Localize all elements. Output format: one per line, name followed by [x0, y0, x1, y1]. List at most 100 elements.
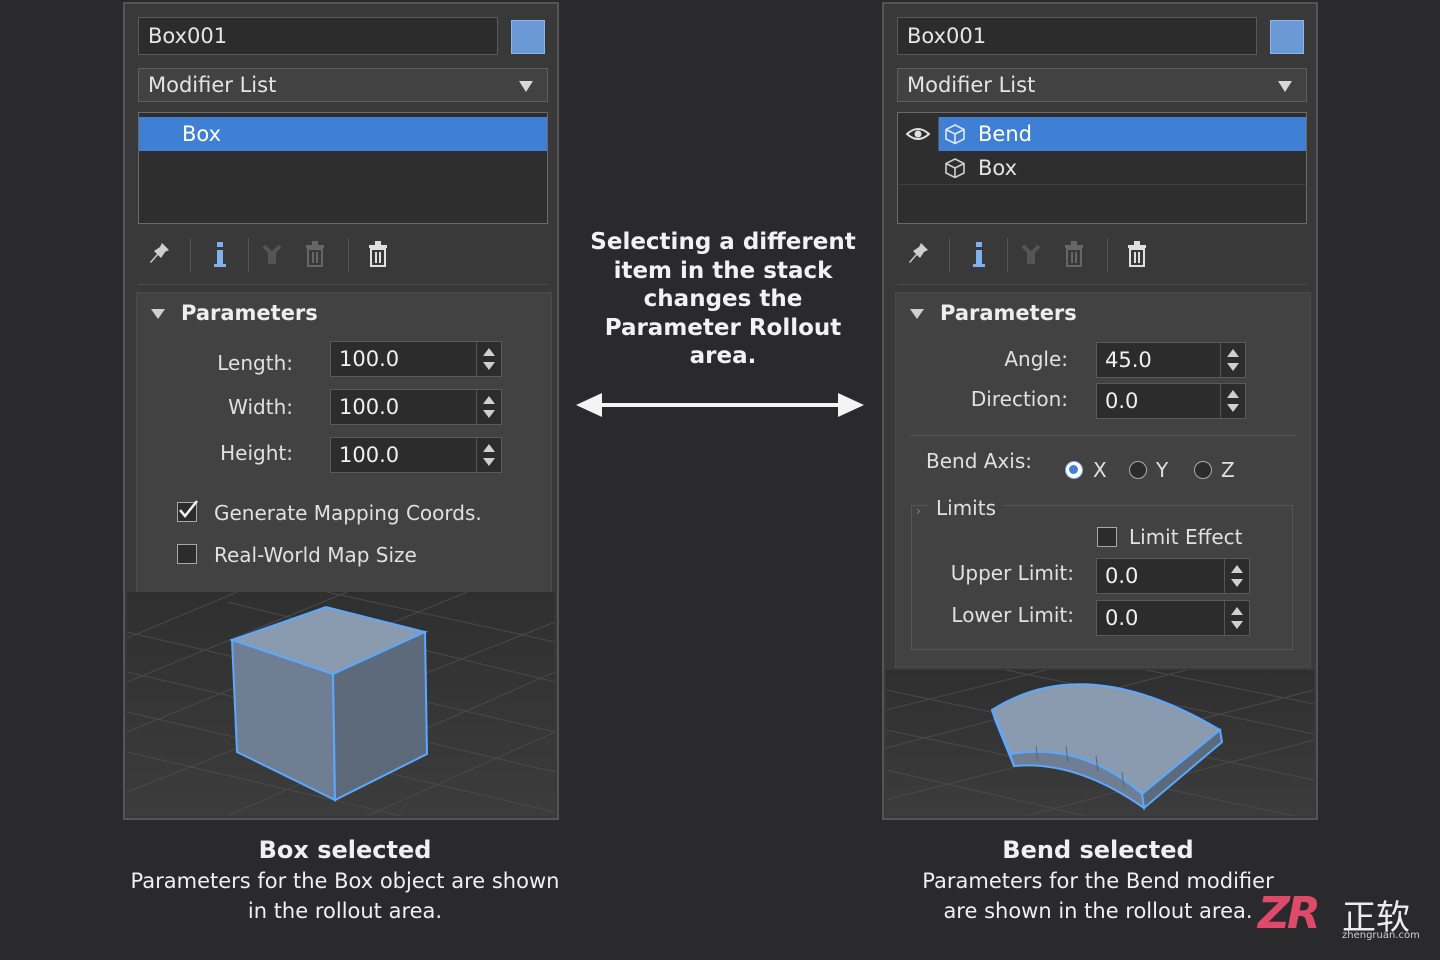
parameters-rollout: Parameters Length: 100.0 Width: 100.0 He…	[136, 292, 552, 594]
object-color-swatch[interactable]	[1270, 20, 1304, 54]
stack-item-box[interactable]: Box	[898, 151, 1306, 185]
length-label: Length:	[217, 351, 293, 375]
note-line: Selecting a different	[590, 229, 856, 255]
logo-letters: ZR	[1258, 888, 1321, 939]
modifier-list-dropdown[interactable]: Modifier List	[138, 68, 548, 102]
make-unique-icon[interactable]	[260, 240, 284, 272]
height-spinner[interactable]: 100.0	[330, 437, 502, 473]
note-line: Parameter Rollout	[604, 314, 842, 341]
modifier-list-label: Modifier List	[148, 73, 277, 97]
remove-modifier-icon[interactable]	[304, 240, 326, 272]
lower-limit-value: 0.0	[1105, 606, 1139, 630]
modifier-list-dropdown[interactable]: Modifier List	[897, 68, 1307, 102]
command-panel-box: Box001 Modifier List Box Parameters Leng…	[123, 2, 559, 820]
logo-url: zhengruan.com	[1342, 930, 1420, 941]
separator	[910, 435, 1296, 436]
height-value: 100.0	[339, 443, 400, 467]
modifier-cube-icon	[944, 117, 966, 151]
pin-stack-icon[interactable]	[148, 240, 172, 272]
collapse-triangle-icon[interactable]	[151, 309, 165, 319]
watermark-logo: ZR 正软 zhengruan.com	[1256, 888, 1432, 948]
angle-label: Angle:	[1004, 347, 1068, 371]
real-world-map-label: Real-World Map Size	[214, 543, 417, 567]
modifier-stack: Bend Box	[897, 112, 1307, 224]
object-name-field[interactable]: Box001	[897, 17, 1257, 55]
command-panel-bend: Box001 Modifier List Bend Box Parameters…	[882, 2, 1318, 820]
spinner-arrows-icon[interactable]	[476, 390, 501, 424]
limit-effect-label: Limit Effect	[1129, 525, 1243, 549]
viewport-box-preview[interactable]	[127, 592, 555, 816]
axis-x-label: X	[1093, 458, 1107, 482]
stack-toolbar	[138, 230, 548, 285]
generate-mapping-checkbox[interactable]	[177, 500, 198, 522]
upper-limit-label: Upper Limit:	[950, 561, 1074, 585]
dropdown-arrow-icon	[519, 81, 533, 92]
spinner-arrows-icon[interactable]	[476, 438, 501, 472]
spinner-arrows-icon[interactable]	[1224, 559, 1249, 593]
spinner-arrows-icon[interactable]	[476, 342, 501, 376]
real-world-map-checkbox[interactable]	[177, 544, 197, 564]
stack-item-box[interactable]: Box	[139, 117, 547, 151]
object-name-field[interactable]: Box001	[138, 17, 498, 55]
parameters-rollout: Parameters Angle: 45.0 Direction: 0.0 Be…	[895, 292, 1311, 668]
modifier-list-label: Modifier List	[907, 73, 1036, 97]
caption-line: Parameters for the Box object are shown	[130, 869, 560, 893]
limit-effect-checkbox[interactable]	[1097, 527, 1117, 547]
eye-icon[interactable]	[898, 117, 939, 151]
configure-sets-icon[interactable]	[1126, 240, 1148, 272]
collapse-triangle-icon[interactable]	[910, 309, 924, 319]
caption-title: Box selected	[258, 836, 432, 864]
stack-item-label: Box	[182, 122, 222, 146]
width-label: Width:	[228, 395, 293, 419]
show-end-result-icon[interactable]	[971, 240, 987, 274]
axis-x-radio[interactable]	[1065, 461, 1083, 479]
caption-box-selected: Box selected Parameters for the Box obje…	[115, 834, 575, 926]
modifier-stack: Box	[138, 112, 548, 224]
rollout-title: Parameters	[181, 301, 318, 325]
chevron-right-icon: ›	[916, 504, 921, 518]
caption-title: Bend selected	[1002, 836, 1194, 864]
spinner-arrows-icon[interactable]	[1220, 384, 1245, 418]
remove-modifier-icon[interactable]	[1063, 240, 1085, 272]
width-value: 100.0	[339, 395, 400, 419]
axis-y-radio[interactable]	[1129, 461, 1147, 479]
dropdown-arrow-icon	[1278, 81, 1292, 92]
note-line: changes the	[643, 286, 803, 312]
object-cube-icon	[944, 151, 966, 185]
stack-item-bend[interactable]: Bend	[898, 117, 1306, 151]
lower-limit-spinner[interactable]: 0.0	[1096, 600, 1250, 636]
make-unique-icon[interactable]	[1019, 240, 1043, 272]
explanation-note: Selecting a different item in the stack …	[578, 228, 868, 371]
direction-spinner[interactable]: 0.0	[1096, 383, 1246, 419]
object-color-swatch[interactable]	[511, 20, 545, 54]
height-label: Height:	[220, 441, 293, 465]
angle-spinner[interactable]: 45.0	[1096, 342, 1246, 378]
stack-item-label: Bend	[978, 122, 1032, 146]
configure-sets-icon[interactable]	[367, 240, 389, 272]
lower-limit-label: Lower Limit:	[951, 603, 1074, 627]
width-spinner[interactable]: 100.0	[330, 389, 502, 425]
spinner-arrows-icon[interactable]	[1224, 601, 1249, 635]
pin-stack-icon[interactable]	[907, 240, 931, 272]
axis-z-radio[interactable]	[1194, 461, 1212, 479]
length-spinner[interactable]: 100.0	[330, 341, 502, 377]
viewport-bend-preview[interactable]	[886, 670, 1314, 816]
limits-title: Limits	[928, 496, 1004, 520]
stack-toolbar	[897, 230, 1307, 285]
generate-mapping-label: Generate Mapping Coords.	[214, 501, 482, 525]
length-value: 100.0	[339, 347, 400, 371]
direction-label: Direction:	[970, 387, 1068, 411]
stack-item-label: Box	[978, 156, 1018, 180]
limits-group: › Limits Limit Effect Upper Limit: 0.0 L…	[911, 496, 1293, 650]
note-line: item in the stack	[613, 257, 833, 284]
bend-axis-label: Bend Axis:	[926, 449, 1032, 473]
show-end-result-icon[interactable]	[212, 240, 228, 274]
rollout-title: Parameters	[940, 301, 1077, 325]
upper-limit-spinner[interactable]: 0.0	[1096, 558, 1250, 594]
axis-z-label: Z	[1221, 458, 1235, 482]
double-arrow-icon	[576, 393, 864, 417]
angle-value: 45.0	[1105, 348, 1152, 372]
spinner-arrows-icon[interactable]	[1220, 343, 1245, 377]
caption-line: in the rollout area.	[247, 899, 443, 923]
note-line: area.	[689, 343, 757, 369]
